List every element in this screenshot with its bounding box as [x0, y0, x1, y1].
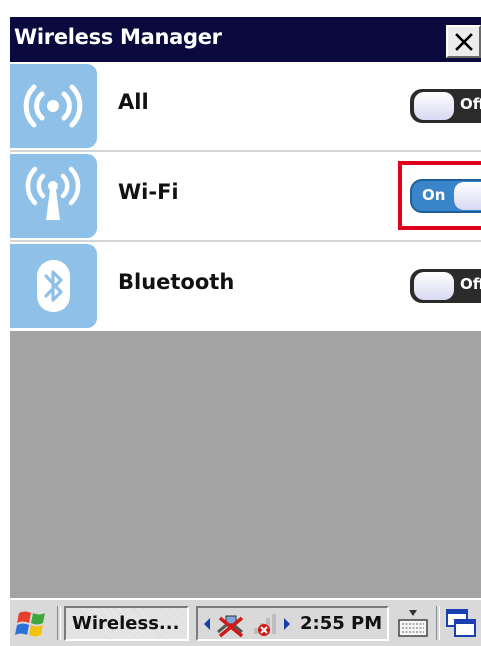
all-toggle[interactable]: Off: [410, 89, 481, 123]
window-title: Wireless Manager: [14, 25, 222, 49]
system-tray: 2:55 PM: [196, 606, 389, 641]
highlight-box: [398, 161, 481, 230]
row-label-bluetooth: Bluetooth: [118, 270, 235, 294]
toggle-state-label: Off: [460, 95, 481, 113]
wireless-broadcast-icon: [10, 64, 97, 148]
toggle-state-label: Off: [460, 275, 481, 293]
scroll-left-icon[interactable]: [202, 612, 212, 636]
bluetooth-toggle[interactable]: Off: [410, 269, 481, 303]
input-panel-button[interactable]: [395, 606, 431, 642]
screen: Wireless Manager All Off: [0, 0, 481, 646]
close-icon: [455, 33, 473, 51]
taskbar-separator: [436, 606, 440, 640]
wifi-antenna-icon: [10, 154, 97, 238]
empty-content-area: [10, 331, 481, 598]
bluetooth-icon: [10, 244, 97, 328]
network-disconnected-icon[interactable]: [214, 612, 248, 638]
windows-stack-icon: [446, 609, 476, 637]
desktop-button[interactable]: [443, 606, 479, 642]
taskbar: Wireless... 2:55 PM: [10, 598, 481, 646]
list-item-bluetooth: Bluetooth Off: [10, 242, 481, 330]
start-button[interactable]: [14, 607, 52, 643]
list-item-all: All Off: [10, 62, 481, 150]
signal-off-icon[interactable]: [252, 612, 278, 638]
row-label-all: All: [118, 90, 149, 114]
clock[interactable]: 2:55 PM: [300, 613, 382, 634]
toggle-knob: [414, 92, 454, 120]
scroll-right-icon[interactable]: [282, 612, 292, 636]
taskbar-separator: [57, 606, 61, 640]
windows-logo-icon: [15, 611, 45, 637]
close-button[interactable]: [446, 25, 481, 58]
toggle-knob: [414, 272, 454, 300]
row-label-wifi: Wi-Fi: [118, 180, 179, 204]
keyboard-icon: [398, 610, 428, 637]
task-button-wireless[interactable]: Wireless...: [64, 606, 189, 641]
title-bar: Wireless Manager: [10, 17, 481, 62]
task-button-label: Wireless...: [72, 613, 180, 634]
